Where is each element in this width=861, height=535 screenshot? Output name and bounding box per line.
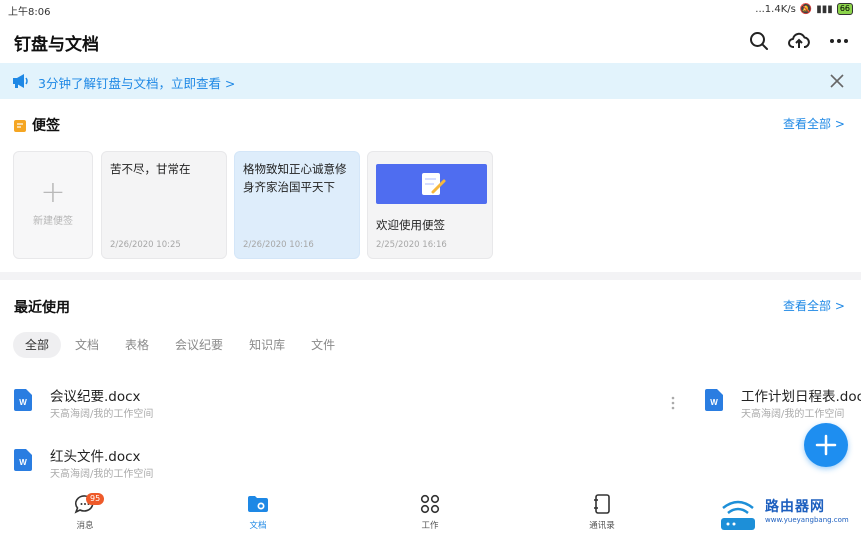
status-indicators: ...1.4K/s 🔕 ▮▮▮ 66	[755, 3, 853, 15]
promo-banner[interactable]: 3分钟了解钉盘与文档，立即查看 >	[0, 63, 861, 99]
nav-label: 文档	[249, 521, 267, 531]
filter-tab-files[interactable]: 文件	[299, 332, 347, 358]
watermark-url: www.yueyangbang.com	[765, 516, 849, 524]
network-speed: ...1.4K/s	[755, 3, 796, 15]
filter-tab-sheets[interactable]: 表格	[113, 332, 161, 358]
note-card[interactable]: 欢迎使用便签 2/25/2020 16:16	[367, 151, 493, 259]
svg-text:W: W	[710, 398, 718, 407]
section-divider	[0, 272, 861, 280]
note-date: 2/26/2020 10:25	[110, 240, 181, 250]
file-list-item[interactable]: W 红头文件.docx 天高海阔/我的工作空间	[14, 445, 654, 481]
file-name: 红头文件.docx	[50, 449, 141, 465]
router-logo-icon	[721, 500, 755, 530]
folder-icon	[248, 496, 268, 512]
word-file-icon: W	[705, 389, 723, 411]
recent-view-all-link[interactable]: 查看全部 >	[783, 297, 845, 314]
contacts-icon	[594, 494, 610, 514]
more-vertical-icon[interactable]	[668, 394, 678, 412]
note-card[interactable]: 格物致知正心诚意修身齐家治国平天下 2/26/2020 10:16	[234, 151, 360, 259]
word-file-icon: W	[14, 449, 32, 471]
note-text: 欢迎使用便签	[376, 218, 445, 232]
file-list-item[interactable]: W 会议纪要.docx 天高海阔/我的工作空间	[14, 385, 654, 421]
nav-label: 消息	[76, 521, 94, 531]
note-card[interactable]: 苦不尽，甘常在 2/26/2020 10:25	[101, 151, 227, 259]
nav-label: 通讯录	[589, 521, 615, 531]
status-time: 上午8:06	[8, 7, 51, 18]
word-file-icon: W	[14, 389, 32, 411]
svg-text:W: W	[19, 458, 27, 467]
status-bar: 上午8:06 ...1.4K/s 🔕 ▮▮▮ 66	[0, 0, 861, 18]
grid-icon	[420, 494, 440, 514]
svg-text:W: W	[19, 398, 27, 407]
nav-item-contacts[interactable]: 通讯录	[572, 494, 632, 531]
watermark-title: 路由器网	[765, 499, 825, 515]
mute-icon: 🔕	[799, 3, 813, 15]
notes-view-all-link[interactable]: 查看全部 >	[783, 115, 845, 132]
file-path: 天高海阔/我的工作空间	[50, 469, 154, 480]
banner-text[interactable]: 3分钟了解钉盘与文档，立即查看 >	[38, 73, 235, 92]
watermark-logo: 路由器网 www.yueyangbang.com	[715, 492, 861, 535]
nav-item-docs[interactable]: 文档	[228, 494, 288, 531]
filter-tabs: 全部 文档 表格 会议纪要 知识库 文件	[13, 332, 349, 358]
nav-label: 工作	[421, 521, 439, 531]
cloud-upload-icon[interactable]	[787, 29, 811, 53]
recent-section-title: 最近使用	[14, 300, 70, 316]
note-cover-image	[376, 164, 487, 204]
file-path: 天高海阔/我的工作空间	[741, 409, 845, 420]
note-text: 苦不尽，甘常在	[110, 162, 191, 176]
file-name: 会议纪要.docx	[50, 389, 141, 405]
filter-tab-all[interactable]: 全部	[13, 332, 62, 358]
plus-icon: +	[40, 175, 66, 210]
file-name: 工作计划日程表.doc	[741, 389, 861, 405]
note-text: 格物致知正心诚意修身齐家治国平天下	[243, 162, 347, 194]
signal-icon: ▮▮▮	[816, 3, 833, 15]
nav-item-work[interactable]: 工作	[400, 494, 460, 531]
file-path: 天高海阔/我的工作空间	[50, 409, 154, 420]
new-note-card[interactable]: + 新建便签	[13, 151, 93, 259]
filter-tab-knowledge[interactable]: 知识库	[237, 332, 297, 358]
more-icon[interactable]	[827, 29, 851, 53]
file-list-item[interactable]: W 工作计划日程表.doc 天高海阔/我的工作空间	[705, 385, 861, 421]
close-icon[interactable]	[827, 71, 847, 91]
app-header: 钉盘与文档	[0, 20, 861, 62]
note-date: 2/26/2020 10:16	[243, 240, 314, 250]
unread-badge: 95	[86, 493, 105, 505]
search-icon[interactable]	[747, 29, 771, 53]
megaphone-icon	[12, 73, 30, 93]
note-icon	[14, 117, 26, 136]
plus-icon	[815, 434, 837, 456]
filter-tab-docs[interactable]: 文档	[63, 332, 111, 358]
filter-tab-minutes[interactable]: 会议纪要	[163, 332, 235, 358]
new-note-label: 新建便签	[33, 216, 73, 227]
add-button[interactable]	[804, 423, 848, 467]
page-title: 钉盘与文档	[14, 35, 99, 55]
nav-item-messages[interactable]: 95 消息	[55, 493, 115, 531]
battery-indicator: 66	[836, 3, 853, 15]
note-date: 2/25/2020 16:16	[376, 240, 447, 250]
notes-section-title: 便签	[32, 118, 60, 134]
